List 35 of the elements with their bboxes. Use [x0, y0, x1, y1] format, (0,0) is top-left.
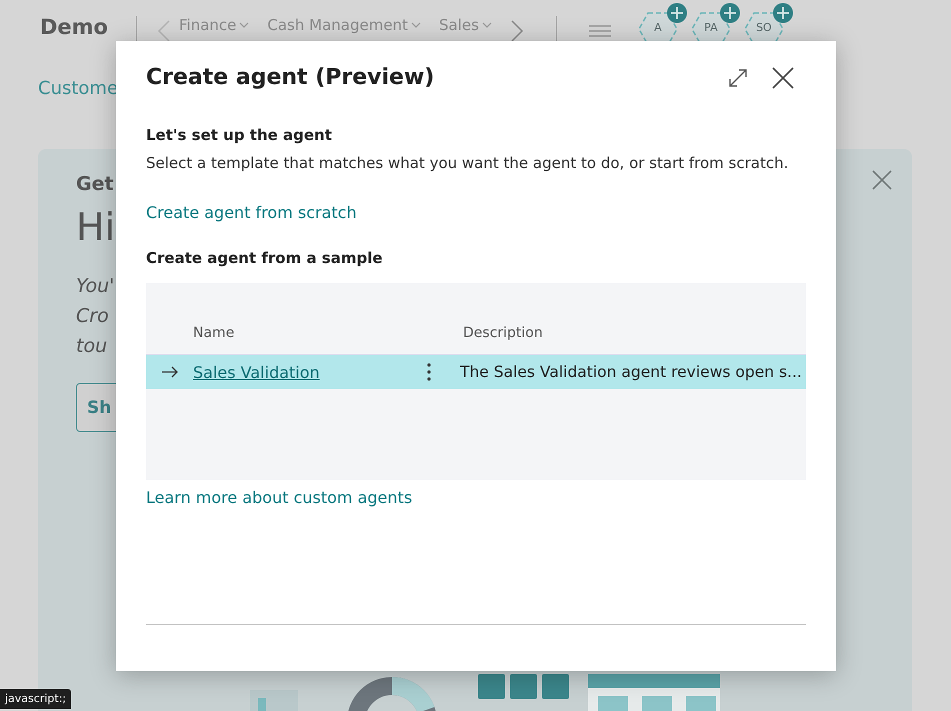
- customer-link[interactable]: Custome: [38, 78, 118, 99]
- caret-down-icon: [410, 22, 421, 28]
- section-title: Create agent from a sample: [146, 249, 384, 267]
- caret-down-icon: [239, 22, 250, 28]
- card-heading: Get: [76, 173, 114, 195]
- intro-text: Cro: [76, 304, 110, 329]
- intro-text: tou: [76, 334, 108, 359]
- add-badge-icon[interactable]: [772, 3, 793, 23]
- learn-more-link[interactable]: Learn more about custom agents: [146, 488, 412, 507]
- table-row[interactable]: Sales Validation The Sales Validation agent reviews open s...: [146, 354, 806, 389]
- column-header: Name: [193, 325, 236, 343]
- link-tooltip: javascript:;: [0, 689, 72, 709]
- column-header: Description: [463, 325, 543, 343]
- expand-icon[interactable]: [728, 68, 748, 88]
- breadcrumb-menu[interactable]: Cash Management: [267, 16, 421, 34]
- menu-icon[interactable]: [588, 24, 611, 38]
- arrow-right-icon: [160, 366, 178, 378]
- breadcrumb-menu[interactable]: Sales: [438, 16, 492, 34]
- add-badge-icon[interactable]: [720, 3, 740, 23]
- app-title: Demo: [40, 15, 108, 39]
- chevron-left-icon[interactable]: [156, 19, 171, 43]
- dialog-title: Create agent (Preview): [146, 65, 436, 90]
- close-icon[interactable]: [772, 66, 794, 88]
- add-badge-icon[interactable]: [666, 3, 687, 23]
- table-cell: The Sales Validation agent reviews open s...: [460, 363, 802, 381]
- section-description: Select a template that matches what you want the agent to do, or start from scratch.: [146, 154, 790, 172]
- breadcrumb-menu[interactable]: Finance: [178, 16, 250, 34]
- agent-name-link[interactable]: Sales Validation: [193, 362, 427, 382]
- section-title: Let's set up the agent: [146, 126, 333, 144]
- greeting-text: Hi: [76, 205, 116, 249]
- create-from-scratch-link[interactable]: Create agent from scratch: [146, 203, 357, 222]
- caret-down-icon: [482, 22, 492, 28]
- chevron-right-icon[interactable]: [510, 19, 524, 43]
- more-options-icon[interactable]: [427, 363, 431, 381]
- intro-text: You': [76, 274, 116, 299]
